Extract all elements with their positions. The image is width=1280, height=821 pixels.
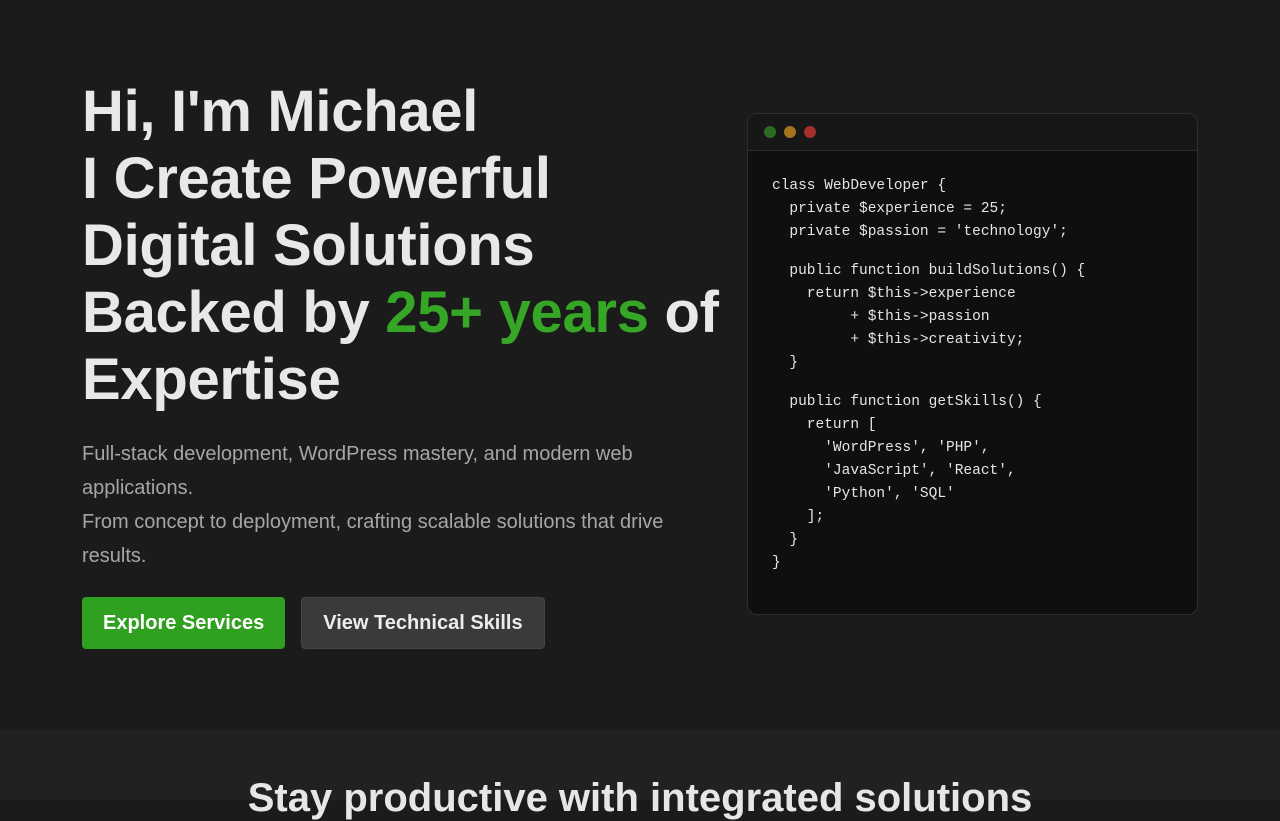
code-line: + $this->passion [772, 309, 990, 325]
code-line: 'JavaScript', 'React', [772, 463, 1016, 479]
code-line: public function getSkills() { [772, 394, 1042, 410]
code-line: 'Python', 'SQL' [772, 486, 955, 502]
code-line: 'WordPress', 'PHP', [772, 440, 990, 456]
window-dot-red-icon [804, 126, 816, 138]
hero-cta-group: Explore Services View Technical Skills [82, 597, 722, 649]
code-window-titlebar [748, 114, 1197, 151]
headline-line-3: Digital Solutions [82, 213, 535, 278]
view-technical-skills-button[interactable]: View Technical Skills [301, 597, 545, 649]
headline-line-4-prefix: Backed by [82, 280, 386, 345]
code-line: ]; [772, 509, 825, 525]
code-line: private $passion = 'technology'; [772, 224, 1068, 240]
code-line: } [772, 555, 781, 571]
headline-line-4-suffix: of [648, 280, 719, 345]
code-line: } [772, 355, 799, 371]
code-line: + $this->creativity; [772, 332, 1025, 348]
headline-accent-years: 25+ years [385, 280, 649, 345]
code-line: public function buildSolutions() { [772, 263, 1086, 279]
hero-headline: Hi, I'm Michael I Create Powerful Digita… [82, 78, 722, 413]
code-window: class WebDeveloper { private $experience… [747, 113, 1198, 615]
headline-line-5: Expertise [82, 347, 341, 412]
code-line: return [ [772, 417, 877, 433]
code-line: } [772, 532, 799, 548]
code-block: class WebDeveloper { private $experience… [748, 151, 1197, 575]
code-line: private $experience = 25; [772, 201, 1007, 217]
hero-section: Hi, I'm Michael I Create Powerful Digita… [0, 0, 1280, 730]
features-section-title: Stay productive with integrated solution… [247, 776, 1033, 820]
code-line: return $this->experience [772, 286, 1016, 302]
headline-line-2: I Create Powerful [82, 146, 551, 211]
headline-line-1: Hi, I'm Michael [82, 79, 479, 144]
hero-subtitle-line-2: From concept to deployment, crafting sca… [82, 511, 664, 567]
features-section: Stay productive with integrated solution… [0, 730, 1280, 820]
headline-line-4: Backed by 25+ years of [82, 279, 722, 346]
hero-subtitle-line-1: Full-stack development, WordPress master… [82, 443, 633, 499]
window-dot-green-icon [764, 126, 776, 138]
code-line: class WebDeveloper { [772, 178, 947, 194]
hero-subtitle: Full-stack development, WordPress master… [82, 437, 702, 573]
explore-services-button[interactable]: Explore Services [82, 597, 286, 649]
window-dot-yellow-icon [784, 126, 796, 138]
hero-content: Hi, I'm Michael I Create Powerful Digita… [82, 78, 722, 649]
